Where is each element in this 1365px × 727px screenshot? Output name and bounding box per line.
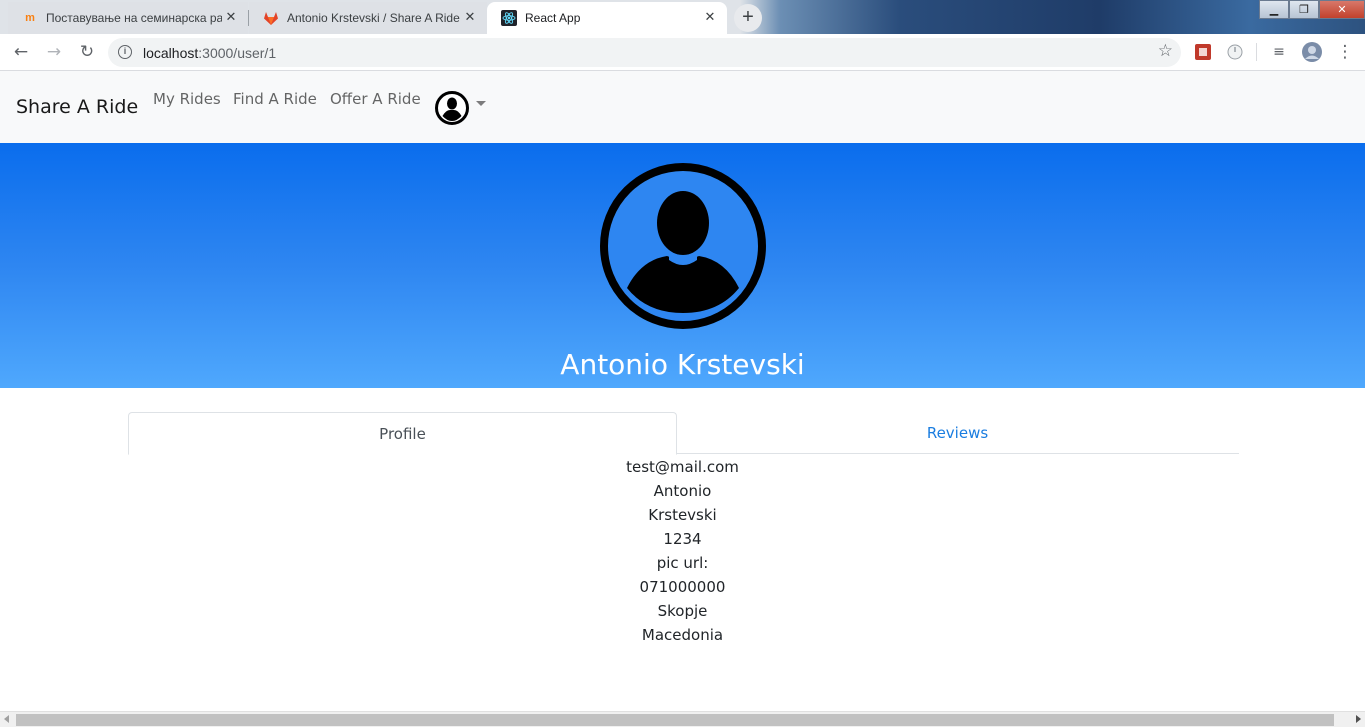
url-text[interactable]: localhost:3000/user/1	[143, 45, 276, 61]
forward-arrow-icon[interactable]: →	[42, 40, 66, 64]
window-controls: ▁ ❐ ✕	[1259, 0, 1365, 19]
brand-link[interactable]: Share A Ride	[16, 96, 138, 118]
close-tab-icon[interactable]: ✕	[463, 10, 477, 24]
user-avatar-icon[interactable]	[434, 90, 470, 126]
site-info-icon[interactable]: i	[118, 45, 132, 59]
horizontal-scrollbar[interactable]	[0, 711, 1365, 727]
browser-tab-moodle[interactable]: m Поставување на семинарска ра ✕	[8, 2, 248, 34]
tab-profile[interactable]: Profile	[128, 412, 677, 455]
browser-tab-title: Antonio Krstevski / Share A Ride	[287, 11, 460, 25]
gitlab-icon	[263, 10, 279, 26]
browser-toolbar: ← → ↻ i localhost:3000/user/1 ☆ ≡ ⋮	[0, 34, 1365, 71]
detail-pic-url: pic url:	[656, 554, 709, 572]
reload-icon[interactable]: ↻	[75, 40, 99, 64]
moodle-icon: m	[25, 12, 35, 24]
detail-country: Macedonia	[641, 626, 724, 644]
detail-first-name: Antonio	[653, 482, 712, 500]
browser-tab-title: React App	[525, 11, 581, 25]
nav-link-find-a-ride[interactable]: Find A Ride	[233, 90, 317, 108]
browser-tab-gitlab[interactable]: Antonio Krstevski / Share A Ride ✕	[249, 2, 487, 34]
chevron-down-icon[interactable]	[476, 101, 486, 106]
profile-details: test@mail.com Antonio Krstevski 1234 pic…	[0, 455, 1365, 647]
tab-reviews[interactable]: Reviews	[683, 412, 1232, 454]
media-queue-icon[interactable]: ≡	[1267, 40, 1291, 64]
profile-name: Antonio Krstevski	[560, 348, 805, 381]
detail-last-name: Krstevski	[648, 506, 717, 524]
address-bar[interactable]: i localhost:3000/user/1 ☆	[108, 38, 1181, 67]
close-tab-icon[interactable]: ✕	[224, 10, 238, 24]
browser-tab-title: Поставување на семинарска ра	[46, 11, 222, 25]
nav-link-my-rides[interactable]: My Rides	[153, 90, 221, 108]
detail-number: 1234	[663, 530, 702, 548]
browser-tab-react-app[interactable]: React App ✕	[487, 2, 727, 34]
window-close-icon[interactable]: ✕	[1319, 0, 1365, 19]
detail-city: Skopje	[657, 602, 708, 620]
react-icon	[501, 10, 517, 26]
app-navbar: Share A Ride My Rides Find A Ride Offer …	[0, 71, 1365, 143]
profile-avatar-icon	[597, 160, 769, 332]
scroll-left-icon[interactable]	[4, 715, 9, 723]
toolbar-divider	[1256, 43, 1257, 61]
minimize-icon[interactable]: ▁	[1259, 0, 1289, 19]
detail-email: test@mail.com	[626, 458, 739, 476]
bookmark-star-icon[interactable]: ☆	[1158, 41, 1173, 61]
new-tab-button[interactable]: +	[734, 4, 762, 32]
profile-avatar-icon[interactable]	[1301, 41, 1323, 63]
scroll-right-icon[interactable]	[1356, 715, 1361, 723]
restore-icon[interactable]: ❐	[1289, 0, 1319, 19]
scrollbar-thumb[interactable]	[16, 714, 1334, 726]
profile-tabs: Profile Reviews	[128, 412, 1239, 455]
detail-phone: 071000000	[639, 578, 726, 596]
browser-menu-icon[interactable]: ⋮	[1333, 40, 1357, 64]
close-tab-icon[interactable]: ✕	[703, 10, 717, 24]
extension-puzzle-icon[interactable]	[1194, 43, 1212, 61]
back-arrow-icon[interactable]: ←	[9, 40, 33, 64]
extension-timer-icon[interactable]	[1226, 43, 1244, 61]
nav-link-offer-a-ride[interactable]: Offer A Ride	[330, 90, 421, 108]
browser-tab-strip: m Поставување на семинарска ра ✕ Antonio…	[0, 0, 1365, 34]
profile-hero: Antonio Krstevski	[0, 143, 1365, 388]
